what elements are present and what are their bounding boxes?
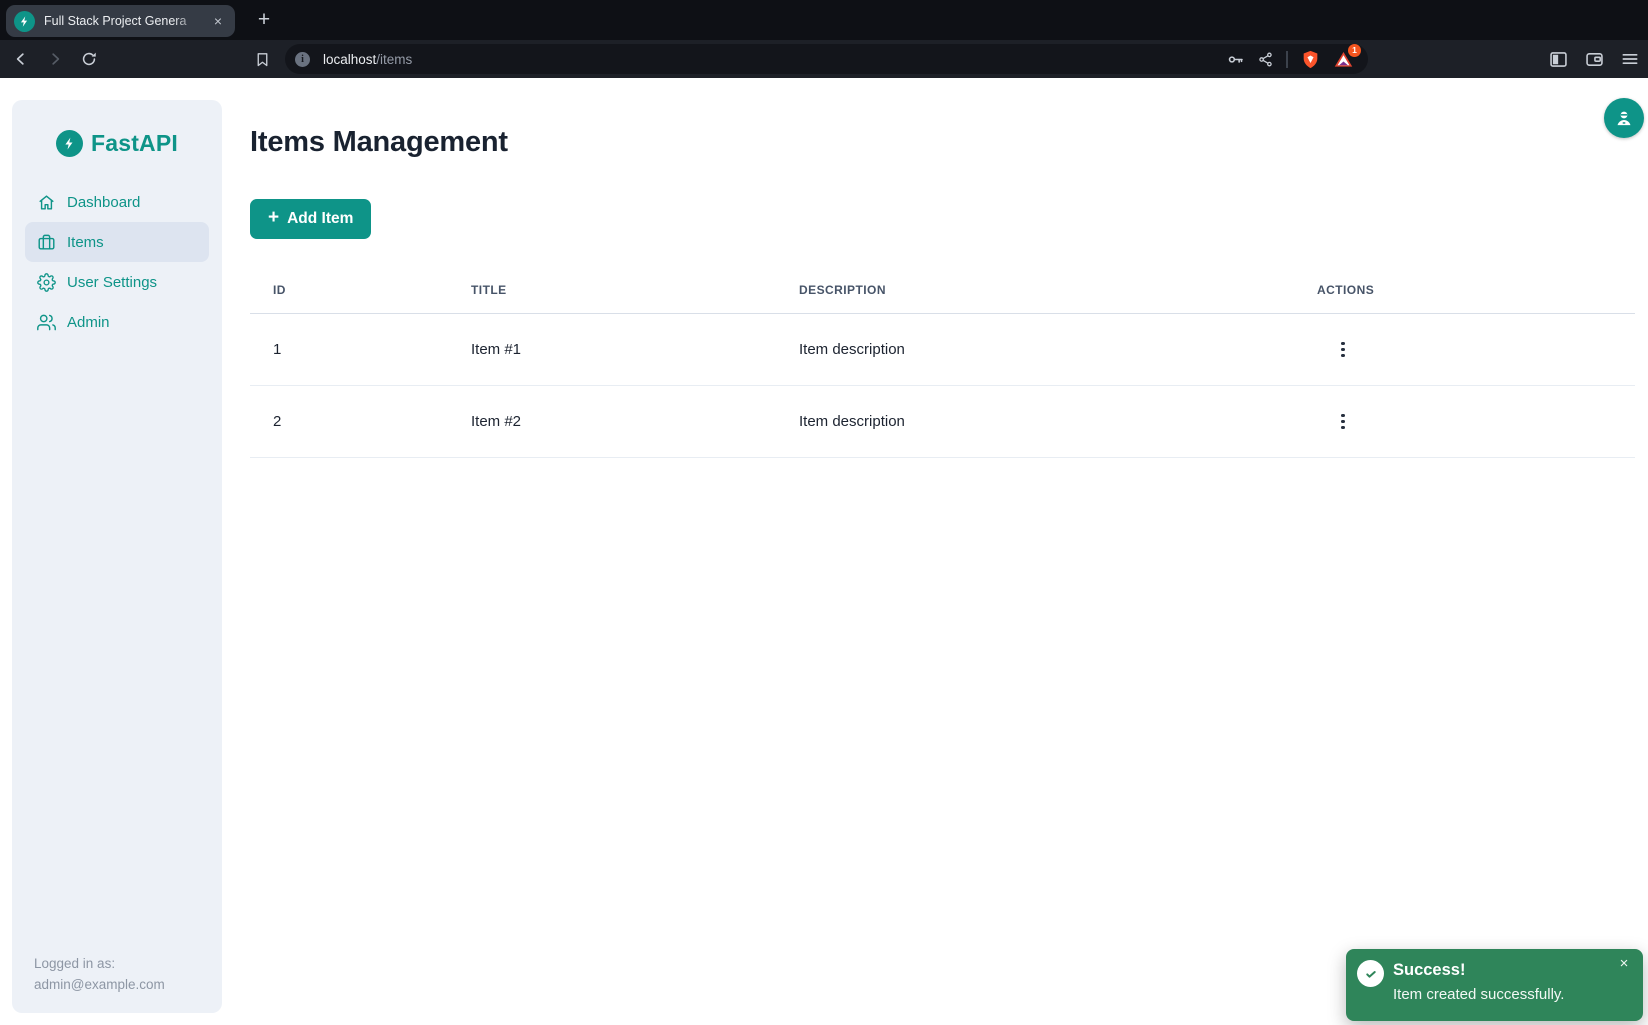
tab-strip: Full Stack Project Genera × + × <box>0 0 1648 40</box>
sidebar-item-label: Items <box>67 234 104 251</box>
column-header-id: ID <box>250 283 448 297</box>
wallet-icon[interactable] <box>1584 49 1605 70</box>
cell-title: Item #2 <box>448 413 776 430</box>
toolbar-right-icons <box>1548 44 1640 74</box>
briefcase-icon <box>37 233 56 252</box>
main-panel: Items Management + Add Item ID TITLE DES… <box>237 78 1648 1025</box>
cell-description: Item description <box>776 413 1294 430</box>
tab-title: Full Stack Project Genera <box>44 14 209 28</box>
browser-toolbar: i localhost/items <box>0 40 1648 78</box>
table-row: 1 Item #1 Item description <box>250 314 1635 386</box>
share-icon[interactable] <box>1257 51 1274 68</box>
divider <box>1286 51 1288 68</box>
column-header-description: DESCRIPTION <box>776 283 1294 297</box>
url-text: localhost/items <box>323 52 412 67</box>
home-icon <box>37 193 56 212</box>
cell-id: 2 <box>250 413 448 430</box>
sidebar-footer: Logged in as: admin@example.com <box>12 953 222 1013</box>
brave-shield-icon[interactable] <box>1300 49 1321 70</box>
table-header-row: ID TITLE DESCRIPTION ACTIONS <box>250 263 1635 314</box>
sidebar-item-user-settings[interactable]: User Settings <box>25 262 209 302</box>
page-title: Items Management <box>250 126 1648 159</box>
toast-message: Item created successfully. <box>1393 986 1564 1003</box>
page-content: FastAPI Dashboard Items <box>0 78 1648 1025</box>
menu-hamburger-icon[interactable] <box>1620 49 1640 69</box>
browser-window: Full Stack Project Genera × + × <box>0 0 1648 1025</box>
user-avatar-button[interactable] <box>1604 98 1644 138</box>
tab-close-icon[interactable]: × <box>209 12 227 30</box>
items-table: ID TITLE DESCRIPTION ACTIONS 1 Item #1 I… <box>250 263 1635 458</box>
toast-close-icon[interactable]: × <box>1613 953 1635 975</box>
sidebar-item-admin[interactable]: Admin <box>25 302 209 342</box>
url-bar[interactable]: i localhost/items <box>285 44 1368 74</box>
logged-in-email: admin@example.com <box>34 974 208 995</box>
column-header-title: TITLE <box>448 283 776 297</box>
cell-id: 1 <box>250 341 448 358</box>
cell-actions <box>1294 408 1635 436</box>
sidebar-nav: Dashboard Items User Settings <box>25 182 209 342</box>
back-button[interactable] <box>7 45 35 73</box>
reload-button[interactable] <box>75 45 103 73</box>
fastapi-favicon-bolt-icon <box>14 11 35 32</box>
user-icon <box>1613 107 1635 129</box>
bookmark-icon[interactable] <box>248 45 276 73</box>
url-path: /items <box>376 52 412 67</box>
sidebar-item-label: User Settings <box>67 274 157 291</box>
column-header-actions: ACTIONS <box>1294 283 1635 297</box>
urlbar-actions: 1 <box>1226 49 1354 70</box>
table-row: 2 Item #2 Item description <box>250 386 1635 458</box>
browser-tab[interactable]: Full Stack Project Genera × <box>6 5 235 37</box>
forward-button[interactable] <box>41 45 69 73</box>
sidebar: FastAPI Dashboard Items <box>12 100 222 1013</box>
kebab-menu-button[interactable] <box>1329 408 1357 436</box>
users-icon <box>37 313 56 332</box>
add-item-button[interactable]: + Add Item <box>250 199 371 239</box>
sidebar-item-dashboard[interactable]: Dashboard <box>25 182 209 222</box>
new-tab-button[interactable]: + <box>252 9 276 33</box>
gear-icon <box>37 273 56 292</box>
rewards-badge: 1 <box>1348 44 1361 57</box>
site-info-icon[interactable]: i <box>295 52 310 67</box>
plus-icon: + <box>268 207 279 229</box>
cell-actions <box>1294 336 1635 364</box>
sidebar-item-label: Dashboard <box>67 194 140 211</box>
logo-text: FastAPI <box>91 130 178 157</box>
sidebar-item-label: Admin <box>67 314 110 331</box>
sidebar-item-items[interactable]: Items <box>25 222 209 262</box>
cell-description: Item description <box>776 341 1294 358</box>
add-item-label: Add Item <box>287 210 353 228</box>
check-circle-icon <box>1357 960 1384 987</box>
url-host: localhost <box>323 52 376 67</box>
cell-title: Item #1 <box>448 341 776 358</box>
logged-in-label: Logged in as: <box>34 953 208 974</box>
kebab-menu-button[interactable] <box>1329 336 1357 364</box>
fastapi-logo: FastAPI <box>12 130 222 157</box>
toast-title: Success! <box>1393 961 1465 980</box>
success-toast: Success! Item created successfully. × <box>1346 949 1643 1021</box>
key-icon[interactable] <box>1226 50 1245 69</box>
fastapi-bolt-icon <box>56 130 83 157</box>
brave-rewards-button[interactable]: 1 <box>1333 49 1354 70</box>
sidebar-panel-icon[interactable] <box>1548 49 1569 70</box>
